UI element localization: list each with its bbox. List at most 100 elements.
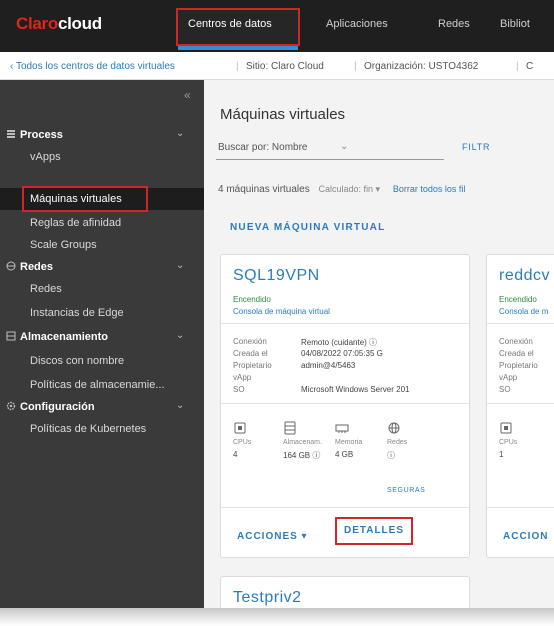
sidebar-item-scale-groups[interactable]: Scale Groups	[0, 234, 204, 256]
sidebar-item-label: Reglas de afinidad	[30, 217, 122, 229]
cpu-icon	[234, 422, 246, 434]
vm-console-link[interactable]: Consola de máquina virtual	[233, 307, 330, 316]
prop-label: SO	[233, 385, 245, 394]
sidebar-item-label: Políticas de Kubernetes	[30, 423, 147, 435]
sidebar-item-discos-con-nombre[interactable]: Discos con nombre	[0, 350, 204, 372]
sidebar-section-almacenamiento[interactable]: Almacenamiento ⌄	[0, 326, 204, 348]
card-divider	[487, 507, 554, 508]
vm-name[interactable]: reddcv	[499, 267, 550, 285]
prop-label: vApp	[499, 373, 518, 382]
sidebar-item-politicas-de-kubernetes[interactable]: Políticas de Kubernetes	[0, 418, 204, 440]
vm-card: reddcv Encendido Consola de m Conexión C…	[486, 254, 554, 558]
sidebar-section-label: Process	[20, 129, 63, 141]
metric-label: CPUs	[233, 439, 252, 446]
chevron-down-icon: ⌄	[176, 128, 185, 139]
brand-logo-claro: Claro	[16, 14, 58, 33]
breadcrumb: ‹ Todos los centros de datos virtuales |…	[0, 52, 554, 80]
breadcrumb-org: Organización: USTO4362	[364, 61, 479, 72]
sidebar-item-instancias-de-edge[interactable]: Instancias de Edge	[0, 302, 204, 324]
sidebar-item-vapps[interactable]: vApps	[0, 146, 204, 168]
sidebar-item-redes[interactable]: Redes	[0, 278, 204, 300]
sidebar-item-label: Políticas de almacenamie...	[30, 379, 165, 391]
chevron-down-icon: ⌄	[176, 260, 185, 271]
prop-value: Microsoft Windows Server 201	[301, 385, 410, 394]
selected-item-highlight	[22, 186, 148, 212]
back-link[interactable]: ‹ Todos los centros de datos virtuales	[10, 61, 175, 72]
sidebar-section-process[interactable]: Process ⌄	[0, 124, 204, 146]
metric-value[interactable]: 164 GB ⓘ	[283, 450, 333, 461]
sidebar-item-label: Redes	[30, 283, 62, 295]
vm-card: SQL19VPN Encendido Consola de máquina vi…	[220, 254, 470, 558]
card-divider	[221, 403, 469, 404]
sidebar-item-label: Discos con nombre	[30, 355, 125, 367]
breadcrumb-separator: |	[354, 61, 357, 72]
cpu-icon	[500, 422, 512, 434]
collapse-sidebar-icon[interactable]: «	[184, 88, 191, 102]
main-content: Máquinas virtuales Buscar por: Nombre ⌄ …	[204, 80, 554, 608]
active-tab-underline	[178, 46, 298, 50]
sidebar-section-redes[interactable]: Redes ⌄	[0, 256, 204, 278]
sidebar-item-politicas-de-almacenamiento[interactable]: Políticas de almacenamie...	[0, 374, 204, 396]
process-icon	[7, 130, 15, 138]
tab-bibliotecas[interactable]: Bibliot	[500, 18, 530, 30]
tab-centros-de-datos[interactable]: Centros de datos	[188, 18, 272, 30]
card-divider	[221, 507, 469, 508]
metric-label: Memoria	[335, 439, 363, 446]
new-vm-button[interactable]: NUEVA MÁQUINA VIRTUAL	[230, 222, 385, 233]
prop-label: Propietario	[233, 361, 272, 370]
brand-logo-cloud: cloud	[57, 14, 102, 33]
metric-value: 4 GB	[335, 450, 354, 459]
metric-networks: Redes ⓘ	[387, 421, 437, 461]
calculated-select[interactable]: Calculado: fin ▾	[319, 184, 381, 194]
actions-button[interactable]: ACCIONES ▾	[237, 531, 308, 542]
tab-aplicaciones[interactable]: Aplicaciones	[326, 18, 388, 30]
tab-redes[interactable]: Redes	[438, 18, 470, 30]
prop-label: Propietario	[499, 361, 538, 370]
details-button[interactable]: DETALLES	[335, 517, 413, 545]
breadcrumb-tail: C	[526, 61, 534, 72]
prop-label: Creada el	[233, 349, 268, 358]
security-link[interactable]: SEGURAS	[387, 487, 425, 494]
sidebar-item-label: Scale Groups	[30, 239, 97, 251]
prop-label: Conexión	[499, 337, 533, 346]
metric-value[interactable]: ⓘ	[387, 450, 437, 461]
metric-cpus: CPUs 1	[499, 421, 549, 459]
sidebar-item-reglas-de-afinidad[interactable]: Reglas de afinidad	[0, 212, 204, 234]
sidebar-section-label: Configuración	[20, 401, 95, 413]
card-divider	[487, 403, 554, 404]
gear-icon	[6, 401, 16, 411]
sidebar-item-label: vApps	[30, 151, 61, 163]
memory-icon	[335, 424, 349, 433]
card-divider	[487, 323, 554, 324]
brand-logo[interactable]: Clarocloud	[16, 14, 102, 34]
sort-select-label: Buscar por: Nombre	[218, 142, 308, 153]
globe-icon	[6, 261, 16, 271]
metric-cpus: CPUs 4	[233, 421, 283, 459]
vm-card: Testpriv2	[220, 576, 470, 608]
filter-link[interactable]: FILTR	[462, 142, 490, 152]
vm-status: Encendido	[499, 295, 537, 304]
metric-label: Almacenam.	[283, 439, 322, 446]
vm-status: Encendido	[233, 295, 271, 304]
card-divider	[221, 323, 469, 324]
network-icon	[388, 422, 400, 434]
sort-select[interactable]: Buscar por: Nombre ⌄	[216, 136, 444, 160]
breadcrumb-site: Sitio: Claro Cloud	[246, 61, 324, 72]
sidebar-section-configuracion[interactable]: Configuración ⌄	[0, 396, 204, 418]
sidebar: « Process ⌄ vApps Máquinas virtuales Reg…	[0, 80, 204, 608]
vm-name[interactable]: SQL19VPN	[233, 267, 320, 285]
prop-label: Creada el	[499, 349, 534, 358]
vm-console-link[interactable]: Consola de m	[499, 307, 548, 316]
clear-filters-link[interactable]: Borrar todos los fil	[393, 184, 466, 194]
vm-name[interactable]: Testpriv2	[233, 589, 302, 607]
metric-storage: Almacenam. 164 GB ⓘ	[283, 421, 333, 461]
actions-button[interactable]: ACCION	[503, 531, 548, 542]
prop-value: Remoto (cuidante) ⓘ	[301, 338, 378, 347]
prop-value: admin@4/5463	[301, 361, 356, 370]
chevron-down-icon: ⌄	[340, 141, 349, 152]
page-title: Máquinas virtuales	[220, 106, 346, 123]
chevron-down-icon: ⌄	[176, 330, 185, 341]
metric-label: CPUs	[499, 439, 518, 446]
metric-value: 4	[233, 450, 238, 459]
chevron-down-icon: ⌄	[176, 400, 185, 411]
